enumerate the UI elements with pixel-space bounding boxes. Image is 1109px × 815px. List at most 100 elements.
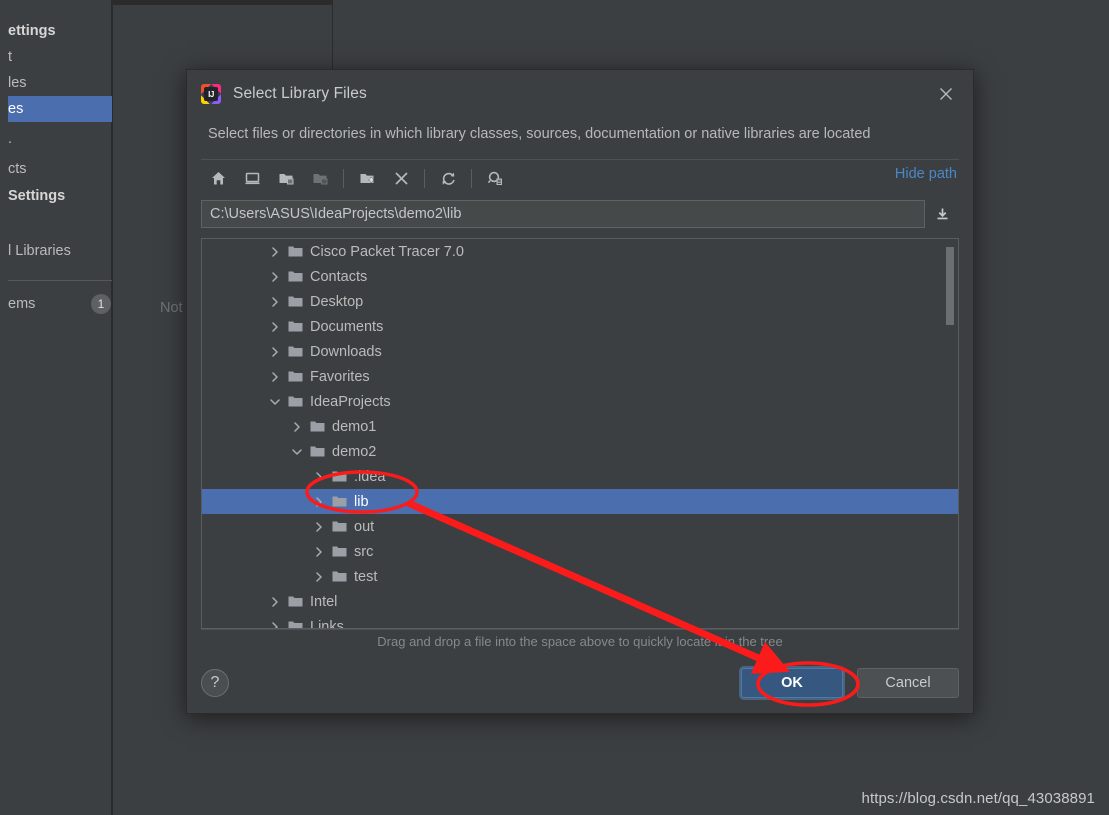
background-sidebar-separator bbox=[8, 280, 112, 281]
folder-icon bbox=[284, 264, 306, 289]
path-input[interactable]: C:\Users\ASUS\IdeaProjects\demo2\lib bbox=[201, 200, 925, 228]
chevron-right-icon[interactable] bbox=[266, 264, 284, 289]
tree-row-label: test bbox=[350, 569, 377, 585]
home-icon[interactable] bbox=[201, 164, 235, 194]
background-sidebar-item: les bbox=[8, 70, 112, 96]
folder-icon bbox=[284, 289, 306, 314]
toolbar-separator-3 bbox=[471, 169, 472, 188]
chevron-right-icon[interactable] bbox=[310, 489, 328, 514]
background-sidebar-item-label: Settings bbox=[8, 188, 65, 204]
tree-row-label: IdeaProjects bbox=[306, 394, 391, 410]
folder-icon bbox=[306, 414, 328, 439]
background-sidebar-item-label: les bbox=[8, 75, 27, 91]
background-sidebar-item-label: ettings bbox=[8, 23, 56, 39]
background-sidebar-item-label: . bbox=[8, 131, 12, 147]
folder-icon bbox=[284, 239, 306, 264]
dialog-subtitle: Select files or directories in which lib… bbox=[187, 118, 973, 150]
folder-icon bbox=[328, 564, 350, 589]
chevron-right-icon[interactable] bbox=[310, 464, 328, 489]
background-sidebar-item-label: l Libraries bbox=[8, 243, 71, 259]
tree-row[interactable]: Links bbox=[202, 614, 958, 629]
path-row: C:\Users\ASUS\IdeaProjects\demo2\lib bbox=[201, 200, 959, 228]
new-folder-icon[interactable] bbox=[350, 164, 384, 194]
tree-row-label: Desktop bbox=[306, 294, 363, 310]
tree-row[interactable]: Intel bbox=[202, 589, 958, 614]
file-tree[interactable]: Cisco Packet Tracer 7.0 Contacts Desktop Do… bbox=[201, 238, 959, 629]
dialog-toolbar: Hide path bbox=[201, 159, 959, 197]
tree-row[interactable]: IdeaProjects bbox=[202, 389, 958, 414]
tree-row[interactable]: Desktop bbox=[202, 289, 958, 314]
background-sidebar-item-label: ems bbox=[8, 296, 35, 312]
chevron-right-icon[interactable] bbox=[288, 414, 306, 439]
chevron-right-icon[interactable] bbox=[266, 589, 284, 614]
background-sidebar-item: Settings bbox=[8, 183, 112, 209]
chevron-right-icon[interactable] bbox=[266, 314, 284, 339]
tree-row[interactable]: Documents bbox=[202, 314, 958, 339]
chevron-right-icon[interactable] bbox=[266, 614, 284, 629]
tree-row-label: Favorites bbox=[306, 369, 370, 385]
chevron-right-icon[interactable] bbox=[266, 239, 284, 264]
background-sidebar: ettingstleses.ctsSettingsl Librariesems1 bbox=[8, 0, 112, 815]
show-hidden-icon[interactable] bbox=[478, 164, 512, 194]
background-left-strip bbox=[0, 0, 8, 815]
chevron-right-icon[interactable] bbox=[310, 514, 328, 539]
chevron-right-icon[interactable] bbox=[266, 339, 284, 364]
tree-row-label: demo1 bbox=[328, 419, 376, 435]
folder-icon bbox=[328, 539, 350, 564]
collapse-folder-icon[interactable] bbox=[269, 164, 303, 194]
tree-row-label: Intel bbox=[306, 594, 337, 610]
background-empty-note: Not bbox=[160, 300, 183, 316]
desktop-icon[interactable] bbox=[235, 164, 269, 194]
tree-row[interactable]: demo2 bbox=[202, 439, 958, 464]
dialog-title: Select Library Files bbox=[233, 85, 367, 103]
cancel-button[interactable]: Cancel bbox=[857, 668, 959, 698]
chevron-right-icon[interactable] bbox=[266, 364, 284, 389]
close-icon[interactable] bbox=[933, 81, 959, 107]
help-button[interactable]: ? bbox=[201, 669, 229, 697]
delete-icon[interactable] bbox=[384, 164, 418, 194]
tree-row[interactable]: .idea bbox=[202, 464, 958, 489]
background-sidebar-item-label: cts bbox=[8, 161, 27, 177]
tree-row[interactable]: src bbox=[202, 539, 958, 564]
tree-row-label: out bbox=[350, 519, 374, 535]
background-middle-panel-top-gap bbox=[113, 0, 332, 5]
background-problems-badge: 1 bbox=[91, 294, 111, 314]
tree-row[interactable]: Favorites bbox=[202, 364, 958, 389]
chevron-right-icon[interactable] bbox=[310, 564, 328, 589]
tree-scrollbar[interactable] bbox=[944, 239, 957, 628]
refresh-icon[interactable] bbox=[431, 164, 465, 194]
tree-row[interactable]: Contacts bbox=[202, 264, 958, 289]
tree-row[interactable]: lib bbox=[202, 489, 958, 514]
toolbar-separator-2 bbox=[424, 169, 425, 188]
chevron-down-icon[interactable] bbox=[266, 389, 284, 414]
tree-row-label: Downloads bbox=[306, 344, 382, 360]
tree-row[interactable]: test bbox=[202, 564, 958, 589]
toolbar-separator-1 bbox=[343, 169, 344, 188]
expand-folder-icon[interactable] bbox=[303, 164, 337, 194]
tree-row-label: .idea bbox=[350, 469, 385, 485]
drag-drop-hint: Drag and drop a file into the space abov… bbox=[201, 629, 959, 653]
tree-row-label: Documents bbox=[306, 319, 383, 335]
chevron-right-icon[interactable] bbox=[310, 539, 328, 564]
tree-row[interactable]: out bbox=[202, 514, 958, 539]
tree-row-label: Links bbox=[306, 619, 344, 630]
tree-row-label: Contacts bbox=[306, 269, 367, 285]
watermark: https://blog.csdn.net/qq_43038891 bbox=[862, 790, 1096, 807]
tree-scrollbar-thumb[interactable] bbox=[946, 247, 954, 325]
folder-icon bbox=[284, 389, 306, 414]
tree-row-label: lib bbox=[350, 494, 369, 510]
dialog-titlebar: IJ Select Library Files bbox=[187, 70, 973, 118]
tree-row[interactable]: demo1 bbox=[202, 414, 958, 439]
file-tree-list: Cisco Packet Tracer 7.0 Contacts Desktop Do… bbox=[202, 239, 958, 629]
dialog-footer: ? OK Cancel bbox=[187, 653, 973, 713]
hide-path-link[interactable]: Hide path bbox=[895, 166, 957, 182]
tree-row[interactable]: Cisco Packet Tracer 7.0 bbox=[202, 239, 958, 264]
tree-row-label: src bbox=[350, 544, 373, 560]
ok-button[interactable]: OK bbox=[741, 668, 843, 698]
chevron-down-icon[interactable] bbox=[288, 439, 306, 464]
chevron-right-icon[interactable] bbox=[266, 289, 284, 314]
background-sidebar-item: cts bbox=[8, 156, 112, 182]
background-sidebar-item-label: t bbox=[8, 49, 12, 65]
download-icon[interactable] bbox=[925, 200, 959, 228]
tree-row[interactable]: Downloads bbox=[202, 339, 958, 364]
